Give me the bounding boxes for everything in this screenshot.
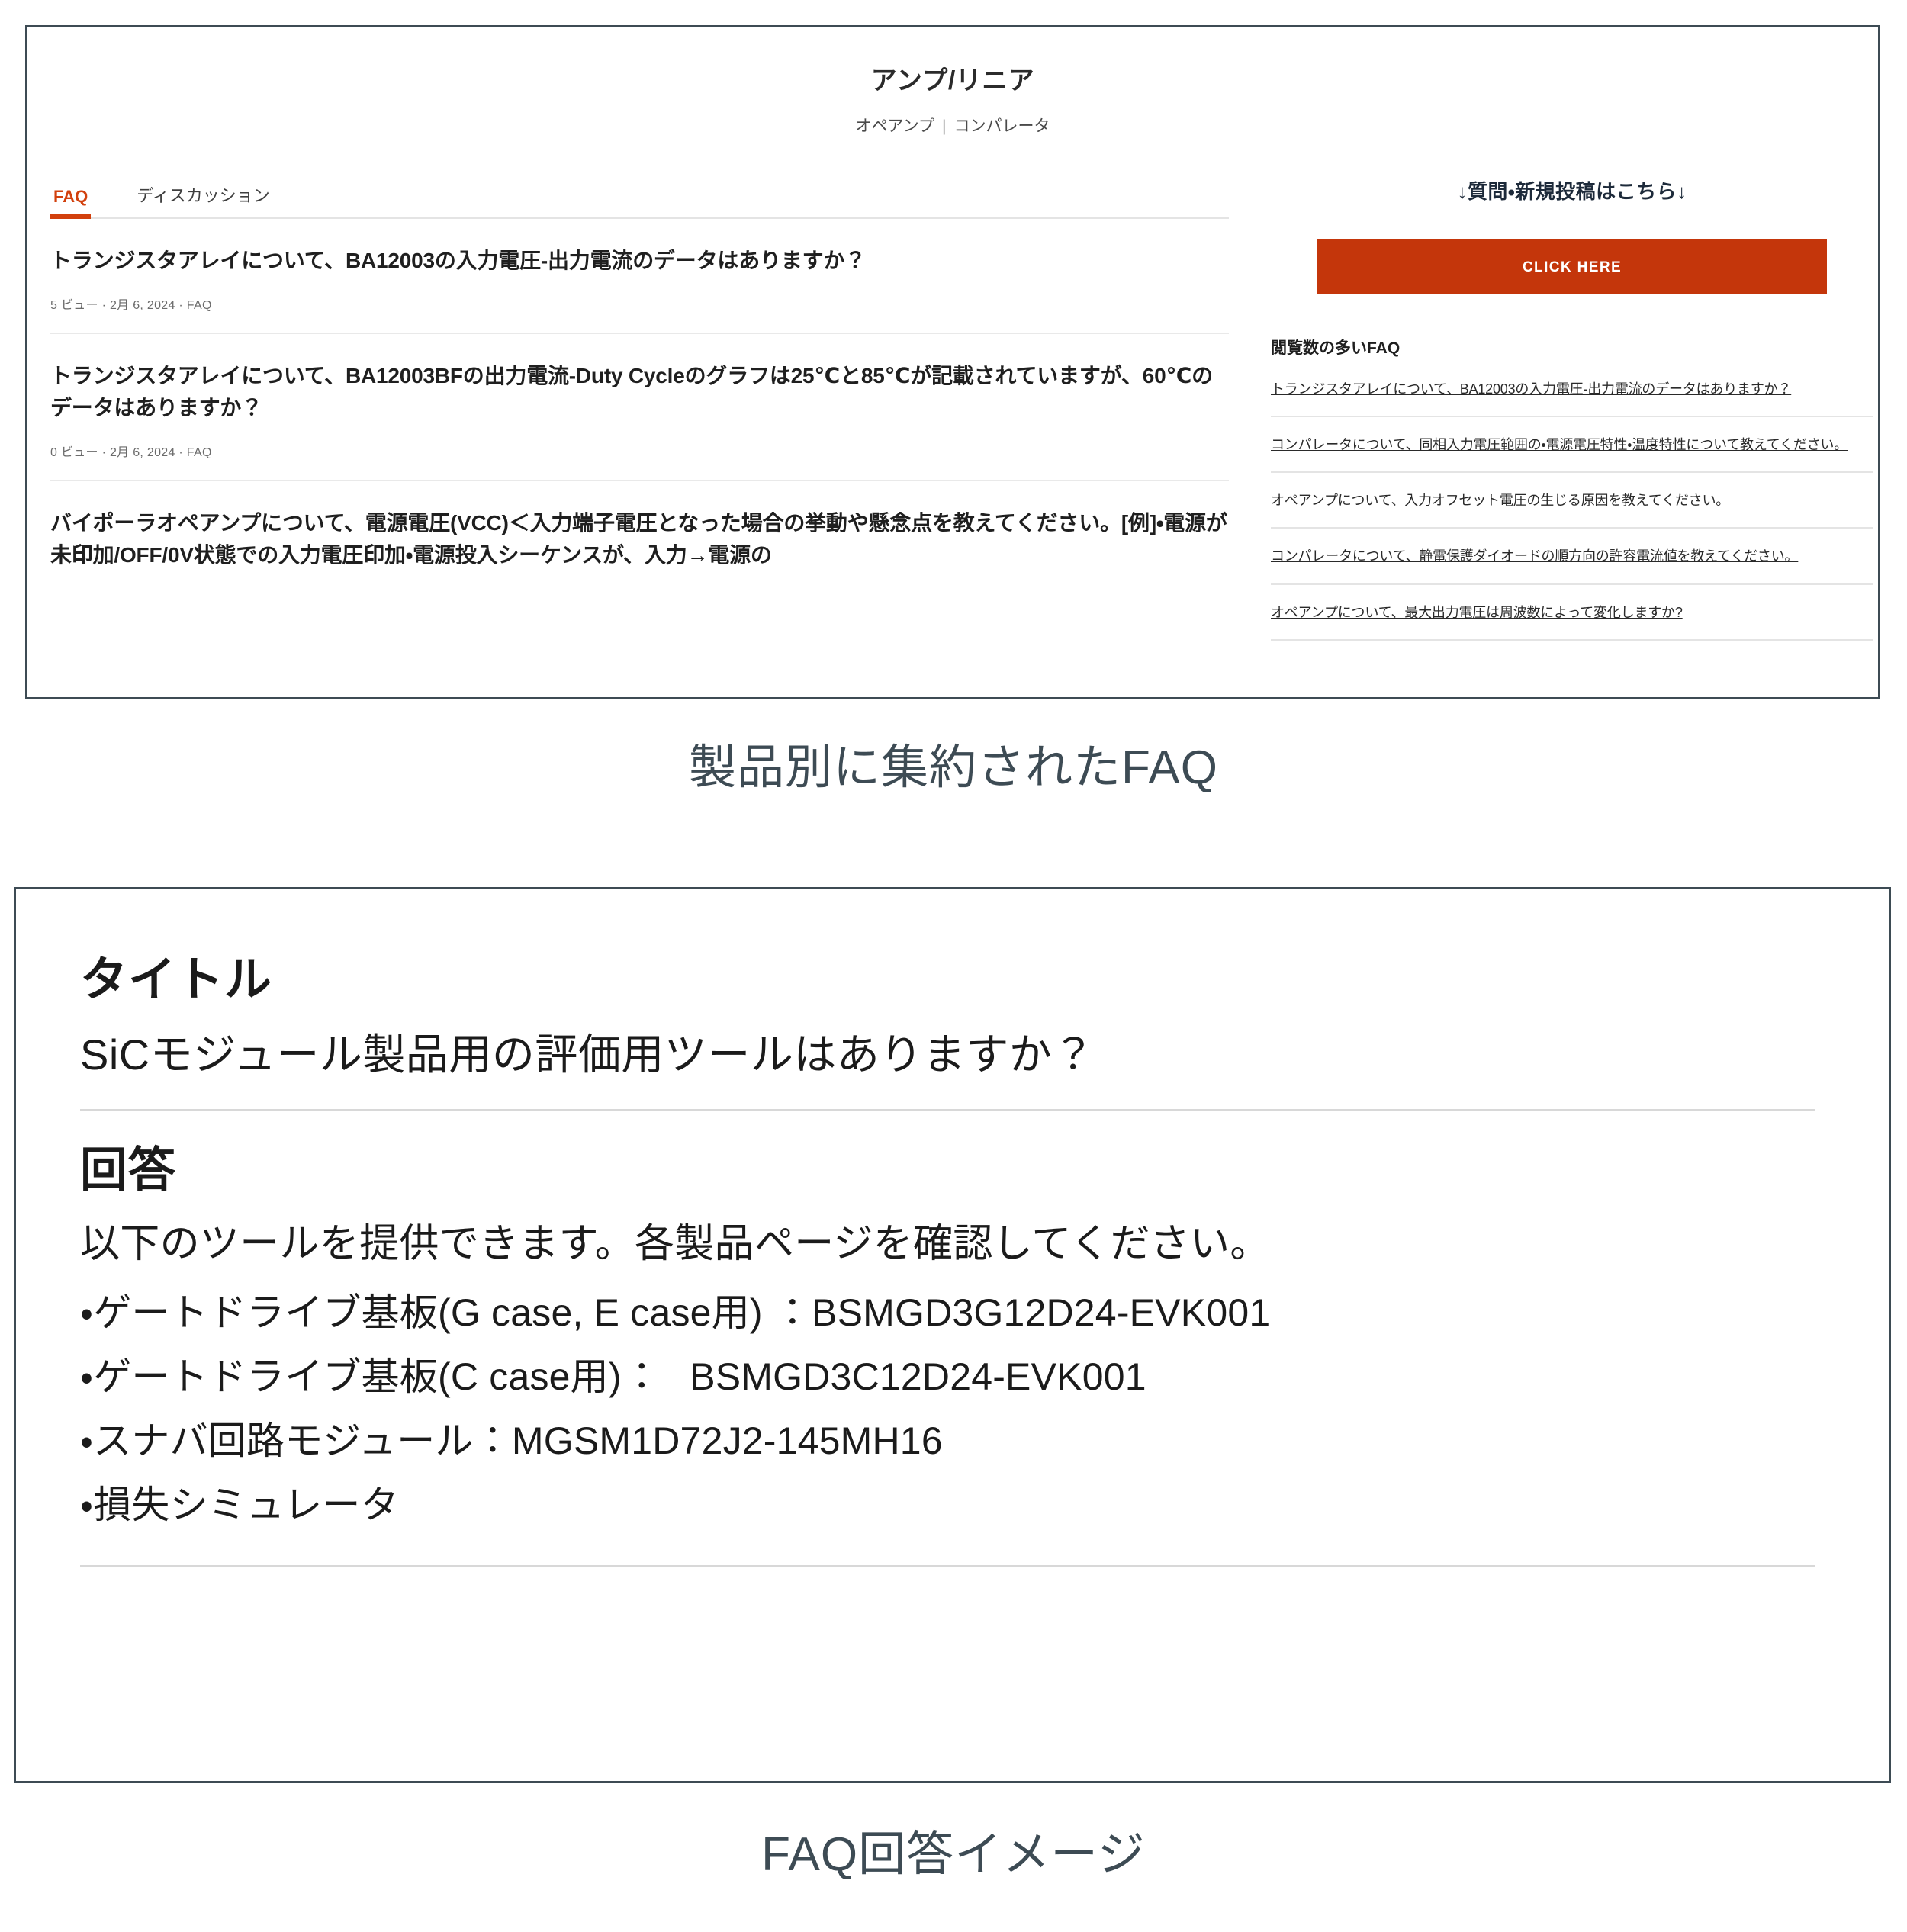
faq-question-title[interactable]: バイポーラオペアンプについて、電源電圧(VCC)＜入力端子電圧となった場合の挙動… xyxy=(50,507,1229,571)
breadcrumb-item-comparator[interactable]: コンパレータ xyxy=(954,117,1050,135)
answer-question-text: SiCモジュール製品用の評価用ツールはありますか？ xyxy=(80,1030,1095,1079)
breadcrumb-item-opamp[interactable]: オペアンプ xyxy=(856,117,935,135)
tab-faq[interactable]: FAQ xyxy=(50,187,92,219)
click-here-button[interactable]: CLICK HERE xyxy=(1317,239,1827,294)
answer-list-item: ・スナバ回路モジュール：MGSM1D72J2-145MH16 xyxy=(80,1419,943,1463)
faq-meta: 0 ビュー · 2月 6, 2024 · FAQ xyxy=(50,446,212,460)
answer-intro-text: 以下のツールを提供できます。各製品ページを確認してください。 xyxy=(80,1222,1270,1267)
faq-answer-panel: タイトル SiCモジュール製品用の評価用ツールはありますか？ 回答 以下のツール… xyxy=(14,887,1891,1783)
faq-question-title[interactable]: トランジスタアレイについて、BA12003の入力電圧-出力電流のデータはあります… xyxy=(50,245,1229,276)
divider xyxy=(80,1109,1815,1111)
faq-sidebar: ↓質問・新規投稿はこちら↓ CLICK HERE 閲覧数の多いFAQ トランジス… xyxy=(1271,175,1873,641)
popular-faq-link[interactable]: オペアンプについて、入力オフセット電圧の生じる原因を教えてください。 xyxy=(1271,473,1873,529)
caption-faq-answer: FAQ回答イメージ xyxy=(761,1828,1146,1881)
answer-list-item: ・ゲートドライブ基板(C case用) ： BSMGD3C12D24-EVK00… xyxy=(80,1355,1146,1399)
faq-meta: 5 ビュー · 2月 6, 2024 · FAQ xyxy=(50,299,212,313)
sidebar-cta-heading: ↓質問・新規投稿はこちら↓ xyxy=(1457,180,1687,203)
tab-discussion[interactable]: ディスカッション xyxy=(133,182,272,217)
answer-list-item: ・損失シミュレータ xyxy=(80,1484,399,1527)
popular-faq-link[interactable]: トランジスタアレイについて、BA12003の入力電圧-出力電流のデータはあります… xyxy=(1271,366,1873,418)
answer-title-heading: タイトル xyxy=(80,953,273,1006)
faq-list-item[interactable]: トランジスタアレイについて、BA12003BFの出力電流-Duty Cycleの… xyxy=(50,334,1229,482)
faq-answer-content: タイトル SiCモジュール製品用の評価用ツールはありますか？ 回答 以下のツール… xyxy=(16,889,1889,1567)
breadcrumb-separator: | xyxy=(942,117,947,135)
caption-faq-listing: 製品別に集約されたFAQ xyxy=(688,741,1219,794)
page-body: FAQ ディスカッション トランジスタアレイについて、BA12003の入力電圧-… xyxy=(27,175,1878,641)
popular-faq-link[interactable]: コンパレータについて、同相入力電圧範囲の・電源電圧特性・温度特性について教えてく… xyxy=(1271,417,1873,474)
answer-section-heading: 回答 xyxy=(80,1144,177,1197)
answer-tool-list: ・ゲートドライブ基板(G case, E case用) ：BSMGD3G12D2… xyxy=(80,1294,1815,1524)
answer-list-item: ・ゲートドライブ基板(G case, E case用) ：BSMGD3G12D2… xyxy=(80,1291,1271,1335)
breadcrumb: オペアンプ | コンパレータ xyxy=(27,114,1878,137)
popular-faq-link[interactable]: コンパレータについて、静電保護ダイオードの順方向の許容電流値を教えてください。 xyxy=(1271,529,1873,585)
faq-listing-panel: アンプ/リニア オペアンプ | コンパレータ FAQ ディスカッション トランジスタ… xyxy=(25,25,1880,699)
page-title: アンプ/リニア xyxy=(870,66,1035,95)
faq-list-item[interactable]: トランジスタアレイについて、BA12003の入力電圧-出力電流のデータはあります… xyxy=(50,219,1229,335)
popular-faq-link[interactable]: オペアンプについて、最大出力電圧は周波数によって変化しますか? xyxy=(1271,585,1873,641)
faq-main-column: FAQ ディスカッション トランジスタアレイについて、BA12003の入力電圧-… xyxy=(50,175,1229,641)
faq-question-title[interactable]: トランジスタアレイについて、BA12003BFの出力電流-Duty Cycleの… xyxy=(50,360,1229,423)
popular-faq-heading: 閲覧数の多いFAQ xyxy=(1271,339,1401,357)
page-header: アンプ/リニア オペアンプ | コンパレータ xyxy=(27,27,1878,137)
popular-faq-list: トランジスタアレイについて、BA12003の入力電圧-出力電流のデータはあります… xyxy=(1271,366,1873,641)
tab-bar: FAQ ディスカッション xyxy=(50,175,1229,219)
faq-list-item[interactable]: バイポーラオペアンプについて、電源電圧(VCC)＜入力端子電圧となった場合の挙動… xyxy=(50,481,1229,590)
divider-bottom xyxy=(80,1565,1815,1567)
